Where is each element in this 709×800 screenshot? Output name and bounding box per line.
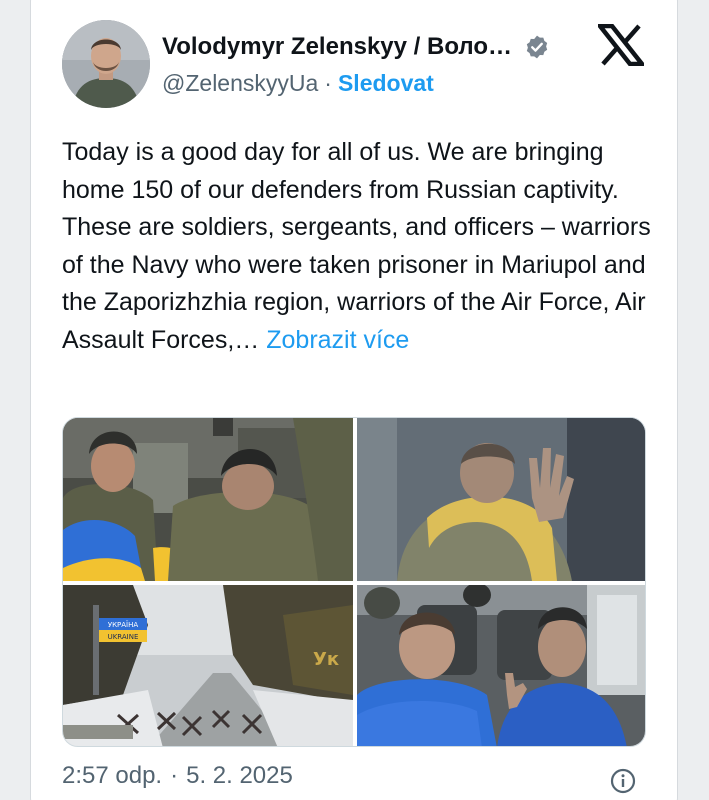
avatar[interactable]: [62, 20, 150, 108]
tweet-text: Today is a good day for all of us. We ar…: [62, 134, 662, 359]
photo-3[interactable]: УКРАЇНА UKRAINE Ук: [63, 585, 353, 746]
tweet-timestamp[interactable]: 2:57 odp. · 5. 2. 2025: [62, 762, 293, 790]
tweet-body: Today is a good day for all of us. We ar…: [62, 138, 651, 354]
timestamp-separator: ·: [170, 762, 179, 789]
sign-text-en: UKRAINE: [108, 633, 139, 641]
show-more-link[interactable]: Zobrazit více: [266, 326, 409, 354]
svg-text:Ук: Ук: [313, 649, 339, 670]
photo-4[interactable]: [357, 585, 645, 746]
author-name-row[interactable]: Volodymyr Zelenskyy / Воло…: [162, 30, 550, 64]
handle-row: @ZelenskyyUa · Sledovat: [162, 70, 434, 97]
photo-1[interactable]: [63, 418, 353, 581]
tweet-date: 5. 2. 2025: [186, 762, 293, 789]
follow-button[interactable]: Sledovat: [338, 70, 434, 97]
handle-separator: ·: [324, 70, 332, 96]
media-grid: УКРАЇНА UKRAINE Ук: [62, 417, 646, 747]
x-logo-icon[interactable]: [598, 24, 644, 66]
info-icon[interactable]: [610, 768, 636, 794]
sign-text-ua: УКРАЇНА: [108, 620, 139, 629]
tweet-time: 2:57 odp.: [62, 762, 163, 789]
author-name[interactable]: Volodymyr Zelenskyy / Воло…: [162, 33, 512, 61]
photo-2[interactable]: [357, 418, 645, 581]
verified-badge-icon: [526, 35, 548, 59]
author-handle[interactable]: @ZelenskyyUa: [162, 70, 318, 97]
